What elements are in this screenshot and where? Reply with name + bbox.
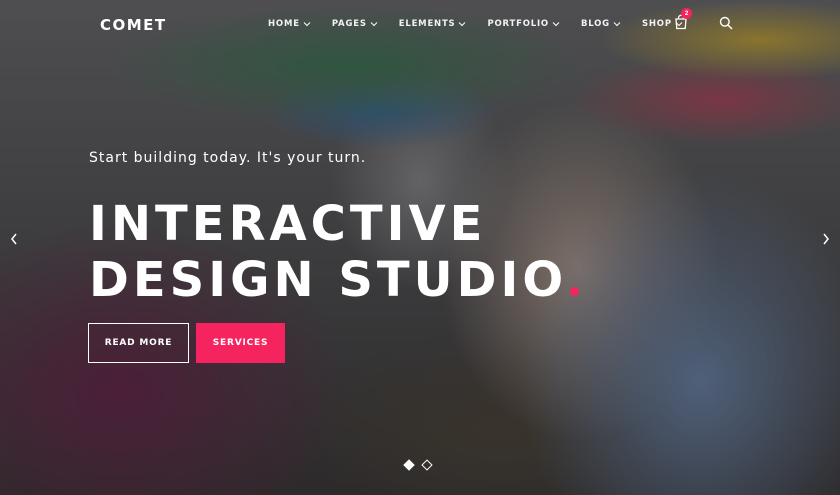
nav-item-blog[interactable]: BLOG [581,19,621,29]
nav-item-home[interactable]: HOME [268,19,311,29]
chevron-down-icon [459,22,466,27]
headline-line-2-wrap: DESIGN STUDIO [89,252,649,308]
chevron-down-icon [552,22,560,27]
slider-pagination [403,459,441,471]
chevron-down-icon [370,22,378,27]
hero-headline: INTERACTIVE DESIGN STUDIO [89,196,649,308]
main-menu: HOME PAGES ELEMENTS PORTFOLIO BLOG SHOP [268,19,704,29]
nav-item-label: BLOG [580,19,610,29]
slide-dot-2[interactable] [421,459,433,471]
nav-item-portfolio[interactable]: PORTFOLIO [487,19,560,29]
headline-line-2: DESIGN STUDIO [89,252,568,308]
chevron-right-icon[interactable] [821,232,831,246]
site-logo[interactable]: COMET [100,16,167,34]
search-icon[interactable] [719,16,733,30]
services-button[interactable]: SERVICES [196,323,285,363]
nav-item-pages[interactable]: PAGES [332,19,378,29]
chevron-left-icon[interactable] [9,232,19,246]
nav-item-label: SHOP [641,19,672,29]
nav-item-label: HOME [268,19,300,29]
top-navigation: COMET HOME PAGES ELEMENTS PORTFOLIO BLOG [0,0,840,48]
accent-dot [570,287,580,296]
chevron-down-icon [303,22,311,27]
hero-tagline: Start building today. It's your turn. [89,150,367,166]
slide-dot-1[interactable] [403,459,415,471]
nav-item-label: ELEMENTS [398,19,456,29]
chevron-down-icon [613,22,621,27]
cart-count-badge: 2 [681,8,692,19]
read-more-button[interactable]: READ MORE [88,323,189,363]
nav-item-label: PORTFOLIO [487,19,549,29]
headline-line-1: INTERACTIVE [89,196,487,252]
nav-item-label: PAGES [331,19,367,29]
hero-slider: COMET HOME PAGES ELEMENTS PORTFOLIO BLOG [0,0,840,495]
nav-item-elements[interactable]: ELEMENTS [399,19,467,29]
